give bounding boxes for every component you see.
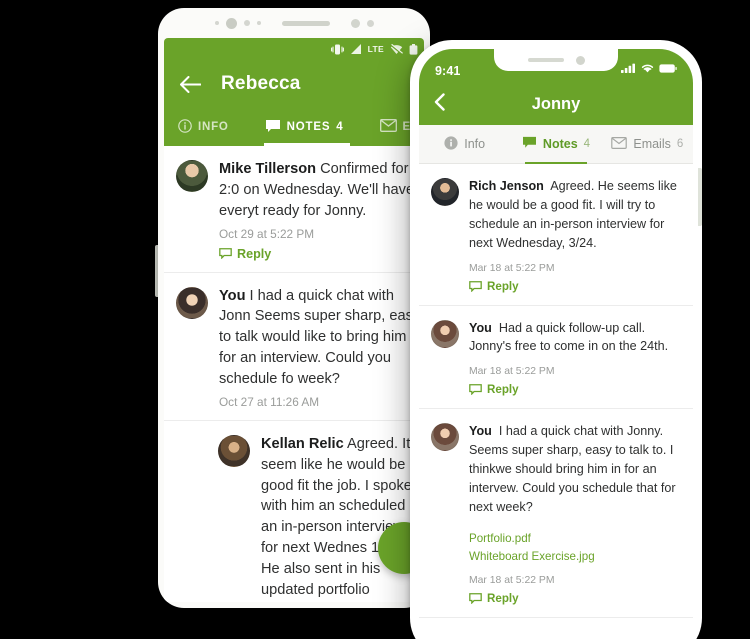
tab-info-label: Info: [464, 137, 486, 151]
avatar: [176, 160, 208, 192]
arrow-back-icon[interactable]: [180, 75, 201, 93]
android-notes-list[interactable]: Mike Tillerson Confirmed for 2:0 on Wedn…: [164, 146, 424, 602]
iphone-device: 9:41 Jonny Info Notes 4 Emails 6 Rich Je…: [410, 40, 702, 639]
note-body: You I had a quick chat with Jonny. Seems…: [469, 422, 679, 516]
note-item[interactable]: Kellan Relic Agreed. It seem like he wou…: [164, 421, 424, 602]
lte-label: LTE: [367, 44, 384, 54]
note-item[interactable]: Rich Jenson Agreed. He seems like he wou…: [419, 164, 693, 306]
android-status-bar: LTE: [164, 38, 424, 60]
note-item[interactable]: Mike Tillerson Confirmed for 2:0 on Wedn…: [164, 146, 424, 273]
reply-label: Reply: [237, 246, 272, 261]
front-camera-icon: [575, 55, 585, 65]
tab-emails-count: 6: [676, 138, 684, 150]
reply-label: Reply: [487, 279, 519, 293]
reply-label: Reply: [487, 592, 519, 606]
info-icon: [178, 118, 192, 136]
note-timestamp: Mar 18 at 5:22 PM: [469, 575, 555, 587]
attachment-link[interactable]: Portfolio.pdf: [469, 531, 679, 548]
note-body: Rich Jenson Agreed. He seems like he wou…: [469, 177, 679, 253]
tab-emails-label: Emails: [633, 137, 671, 151]
ios-contact-title: Jonny: [531, 94, 581, 113]
note-item[interactable]: You Had a quick follow-up call. Jonny's …: [419, 306, 693, 410]
battery-icon: [659, 60, 677, 78]
wifi-icon: [641, 60, 654, 78]
signal-icon: [350, 44, 362, 54]
cellular-signal-icon: [621, 60, 636, 78]
note-text: Had a quick follow-up call. Jonny's free…: [469, 320, 669, 354]
tab-info[interactable]: INFO: [178, 118, 229, 136]
vibrate-icon: [330, 44, 344, 55]
earpiece-speaker-icon: [527, 58, 564, 62]
ios-app-bar: Jonny: [419, 83, 693, 125]
tab-notes[interactable]: NOTES 4: [265, 119, 344, 136]
ios-tab-bar: Info Notes 4 Emails 6: [419, 125, 693, 164]
note-author: Mike Tillerson: [219, 161, 317, 177]
chevron-back-icon[interactable]: [434, 92, 445, 116]
reply-label: Reply: [487, 383, 519, 397]
avatar: [218, 434, 250, 467]
tab-notes-count: 4: [583, 138, 591, 150]
note-timestamp: Mar 18 at 5:22 PM: [469, 366, 555, 378]
reply-icon: [469, 384, 482, 396]
email-icon: [611, 136, 628, 152]
note-author: Kellan Relic: [261, 435, 344, 452]
avatar: [431, 178, 459, 206]
note-text: I had a quick chat with Jonny. Seems sup…: [469, 424, 676, 514]
battery-icon: [409, 43, 418, 55]
note-timestamp: Mar 18 at 5:22 PM: [469, 262, 555, 274]
note-text: Agreed. It seem like he would be a good …: [261, 435, 418, 598]
notes-icon: [522, 136, 537, 152]
tab-emails[interactable]: Emails 6: [602, 125, 693, 163]
reply-button[interactable]: Reply: [469, 280, 679, 293]
avatar: [431, 423, 459, 452]
android-tab-bar: INFO NOTES 4 EM: [164, 108, 424, 146]
avatar: [431, 319, 459, 348]
note-body: You Had a quick follow-up call. Jonny's …: [469, 319, 679, 357]
iphone-notch: [494, 49, 618, 71]
iphone-side-button[interactable]: [698, 168, 702, 226]
note-author: You: [219, 287, 246, 304]
android-phone-device: LTE Rebecca INFO NOTES 4 Mike Tillerson …: [158, 8, 430, 608]
android-contact-title: Rebecca: [221, 73, 301, 94]
reply-button[interactable]: Reply: [469, 592, 679, 605]
android-screen: LTE Rebecca INFO NOTES 4 Mike Tillerson …: [164, 38, 424, 602]
screenshot-stage: LTE Rebecca INFO NOTES 4 Mike Tillerson …: [0, 0, 750, 639]
attachment-link[interactable]: Whiteboard Exercise.jpg: [469, 549, 679, 566]
note-body: Mike Tillerson Confirmed for 2:0 on Wedn…: [219, 159, 424, 222]
tab-info-label: INFO: [198, 121, 229, 133]
note-timestamp: Oct 29 at 5:22 PM: [219, 226, 315, 241]
notes-icon: [265, 119, 281, 136]
note-item[interactable]: You I had a quick chat with Jonn Seems s…: [164, 273, 424, 421]
note-body: Kellan Relic Agreed. It seem like he wou…: [261, 434, 424, 602]
iphone-screen: 9:41 Jonny Info Notes 4 Emails 6 Rich Je…: [419, 49, 693, 639]
info-icon: [444, 135, 458, 153]
note-body: You I had a quick chat with Jonn Seems s…: [219, 286, 424, 390]
ios-notes-list[interactable]: Rich Jenson Agreed. He seems like he wou…: [419, 164, 693, 639]
tab-notes[interactable]: Notes 4: [510, 125, 601, 164]
ios-status-bar: 9:41: [419, 49, 693, 83]
tab-notes-label: Notes: [542, 137, 578, 151]
reply-icon: [219, 248, 232, 260]
reply-button[interactable]: Reply: [219, 247, 424, 261]
android-earpiece-speaker: [158, 8, 430, 38]
note-author: You: [469, 320, 492, 335]
android-app-bar: Rebecca: [164, 60, 424, 108]
email-icon: [379, 119, 397, 135]
tab-notes-count: 4: [336, 121, 344, 133]
wifi-off-icon: [390, 43, 403, 55]
note-item[interactable]: You I had a quick chat with Jonny. Seems…: [419, 409, 693, 619]
note-text: I had a quick chat with Jonn Seems super…: [219, 287, 422, 388]
avatar: [176, 286, 208, 319]
note-author: You: [469, 424, 492, 439]
tab-notes-label: NOTES: [286, 121, 331, 133]
reply-icon: [469, 593, 482, 605]
status-time: 9:41: [435, 64, 461, 78]
note-timestamp: Oct 27 at 11:26 AM: [219, 394, 320, 409]
reply-icon: [469, 280, 482, 292]
reply-button[interactable]: Reply: [469, 383, 679, 396]
tab-info[interactable]: Info: [419, 125, 510, 163]
note-author: Rich Jenson: [469, 179, 544, 193]
